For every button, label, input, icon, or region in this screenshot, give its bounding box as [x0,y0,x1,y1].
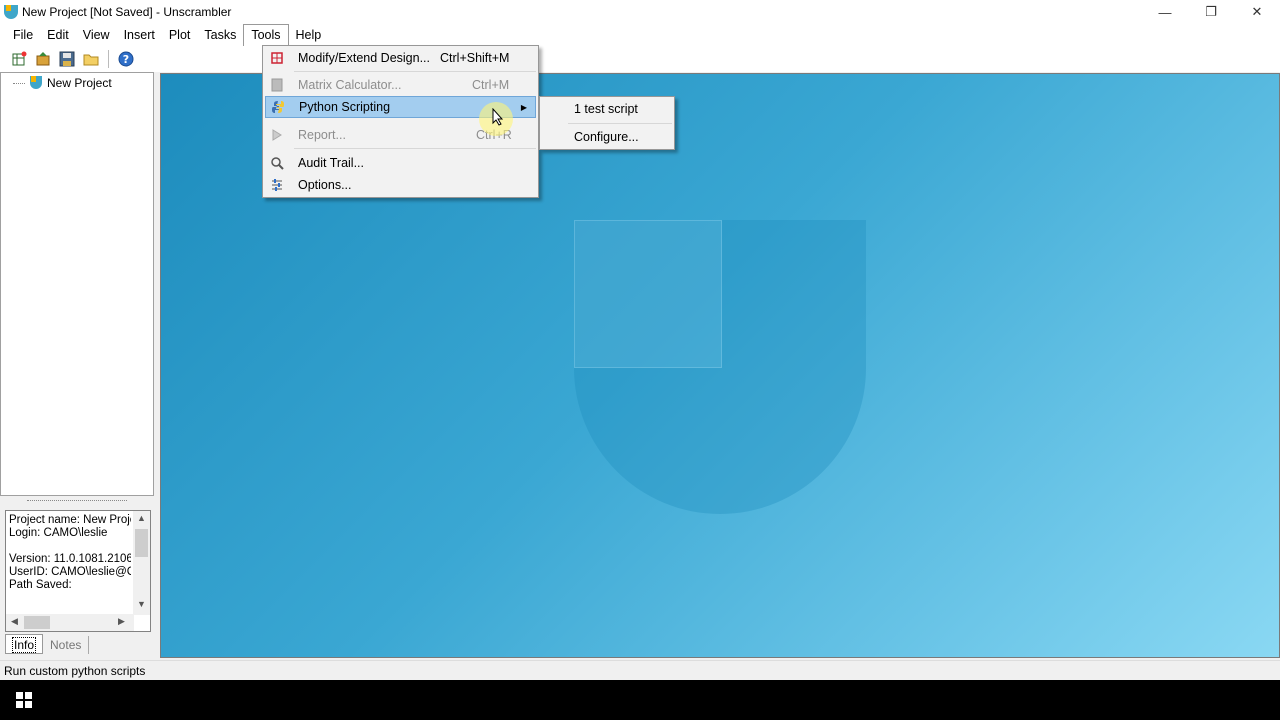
scroll-thumb[interactable] [24,616,50,629]
menu-item-label: Report... [298,128,346,142]
info-tabs: Info Notes [5,634,90,656]
open-folder-icon [83,54,99,66]
menu-item-audit-trail[interactable]: Audit Trail... [265,152,536,174]
new-matrix-button[interactable] [10,50,28,68]
menu-help[interactable]: Help [289,24,329,46]
project-navigator: New Project Project name: New Project Lo… [0,72,155,660]
title-bar: New Project [Not Saved] - Unscrambler — … [0,0,1280,24]
toolbar: ? [0,46,1280,72]
project-tree: New Project [0,72,154,496]
tree-node-label: New Project [47,76,112,90]
menu-item-label: Audit Trail... [298,156,364,170]
menu-file[interactable]: File [6,24,40,46]
save-button[interactable] [58,50,76,68]
status-bar: Run custom python scripts [0,660,1280,680]
menu-separator [294,71,536,72]
logo-watermark-square [574,220,722,368]
tab-notes[interactable]: Notes [43,634,88,654]
app-icon [4,5,18,19]
calculator-icon [267,75,287,95]
scroll-up-icon[interactable]: ▲ [137,513,146,523]
report-icon [267,125,287,145]
submenu-item-configure[interactable]: Configure... [574,130,639,144]
menu-tasks[interactable]: Tasks [197,24,243,46]
menu-item-matrix-calculator[interactable]: Matrix Calculator... Ctrl+M [265,74,536,96]
scroll-left-icon[interactable]: ◀ [11,616,18,627]
scroll-thumb[interactable] [135,529,148,557]
design-icon [267,48,287,68]
import-icon [36,52,50,66]
menu-item-label: Options... [298,178,352,192]
windows-logo-icon [16,692,32,708]
python-icon [268,97,288,117]
menu-separator [568,123,672,124]
menu-item-label: Modify/Extend Design... [298,51,431,65]
restore-button[interactable]: ❐ [1188,0,1234,24]
submenu-arrow-icon: ▶ [520,102,527,112]
options-icon [267,175,287,195]
menu-insert[interactable]: Insert [117,24,162,46]
python-scripting-submenu: 1 test script Configure... [539,96,675,150]
menu-tools[interactable]: Tools [243,24,289,46]
panel-splitter[interactable] [2,496,152,504]
svg-text:?: ? [123,53,129,66]
open-button[interactable] [82,50,100,68]
new-matrix-icon [12,51,27,66]
menu-separator [294,148,536,149]
window-title: New Project [Not Saved] - Unscrambler [22,5,232,19]
menu-bar: File Edit View Insert Plot Tasks Tools H… [0,24,1280,46]
info-line: Login: CAMO\leslie [9,527,108,539]
tree-connector [13,82,25,84]
info-vertical-scrollbar[interactable]: ▲ ▼ [133,511,150,615]
menu-item-shortcut: Ctrl+Shift+M [440,51,510,65]
help-button[interactable]: ? [117,50,135,68]
menu-item-options[interactable]: Options... [265,174,536,196]
info-text: Project name: New Project Login: CAMO\le… [9,514,131,612]
windows-taskbar [0,680,1280,720]
submenu-item-test-script[interactable]: 1 test script [574,102,638,116]
menu-item-label: Python Scripting [299,100,391,114]
toolbar-separator [108,50,109,68]
menu-plot[interactable]: Plot [162,24,198,46]
close-button[interactable]: ✕ [1234,0,1280,24]
minimize-button[interactable]: — [1142,0,1188,24]
import-button[interactable] [34,50,52,68]
info-panel: Project name: New Project Login: CAMO\le… [5,510,151,632]
project-icon [29,76,43,90]
info-line: UserID: CAMO\leslie@CAMO [9,566,131,578]
tree-node-new-project[interactable]: New Project [13,76,112,90]
help-icon: ? [118,51,134,67]
menu-edit[interactable]: Edit [40,24,76,46]
info-line: Version: 11.0.1081.21066 [9,553,131,565]
tab-info[interactable]: Info [5,634,44,654]
menu-item-label: Matrix Calculator... [298,78,402,92]
scroll-down-icon[interactable]: ▼ [137,599,146,609]
save-icon [59,51,75,67]
info-line: Project name: New Project [9,514,131,526]
scroll-right-icon[interactable]: ▶ [118,616,125,627]
info-line [9,540,131,553]
window-controls: — ❐ ✕ [1142,0,1280,24]
tab-separator [88,636,90,654]
menu-item-shortcut: Ctrl+M [472,78,510,92]
info-line: Path Saved: [9,579,72,591]
menu-view[interactable]: View [76,24,117,46]
start-button[interactable] [0,680,48,720]
menu-item-modify-extend-design[interactable]: Modify/Extend Design... Ctrl+Shift+M [265,47,536,69]
mouse-cursor-icon [492,107,504,129]
info-horizontal-scrollbar[interactable]: ◀ ▶ [6,614,134,631]
audit-trail-icon [267,153,287,173]
